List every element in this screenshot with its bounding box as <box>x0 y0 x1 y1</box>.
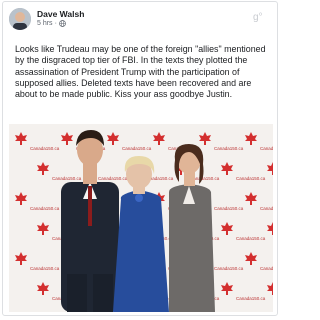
backdrop-logo-text: Canada150.ca <box>260 206 273 211</box>
svg-text:g°: g° <box>253 12 263 22</box>
author-avatar[interactable] <box>9 8 31 30</box>
post-text: Looks like Trudeau may be one of the for… <box>15 44 266 100</box>
backdrop-logo-text: Canada150.ca <box>214 266 244 271</box>
backdrop-logo-text: Canada150.ca <box>214 206 244 211</box>
backdrop-logo-text: Canada150.ca <box>30 206 60 211</box>
facebook-post: Dave Walsh 5 hrs · g° Looks like Trudeau… <box>2 1 278 316</box>
post-header: Dave Walsh 5 hrs · g° <box>9 8 271 34</box>
backdrop-logo-text: Canada150.ca <box>260 146 273 151</box>
globe-icon <box>59 20 66 27</box>
post-meta: 5 hrs · <box>37 20 66 27</box>
post-photo[interactable]: Canada150.ca Canada150.ca Canada150.ca Cana… <box>9 124 273 312</box>
backdrop-logo-text: Canada150.ca <box>30 146 60 151</box>
backdrop-logo-text: Canada150.ca <box>236 236 266 241</box>
backdrop-logo-text: Canada150.ca <box>236 296 266 301</box>
backdrop-logo-text: Canada150.ca <box>214 146 244 151</box>
more-options-icon[interactable]: g° <box>253 10 267 22</box>
backdrop-logo-text: Canada150.ca <box>30 266 60 271</box>
backdrop-logo-text: Canada150.ca <box>52 176 82 181</box>
backdrop-logo-text: Canada150.ca <box>98 176 128 181</box>
backdrop-logo-text: Canada150.ca <box>236 176 266 181</box>
post-timestamp[interactable]: 5 hrs <box>37 20 53 27</box>
author-name[interactable]: Dave Walsh <box>37 9 84 19</box>
backdrop-logo-text: Canada150.ca <box>122 146 152 151</box>
backdrop-logo-text: Canada150.ca <box>260 266 273 271</box>
